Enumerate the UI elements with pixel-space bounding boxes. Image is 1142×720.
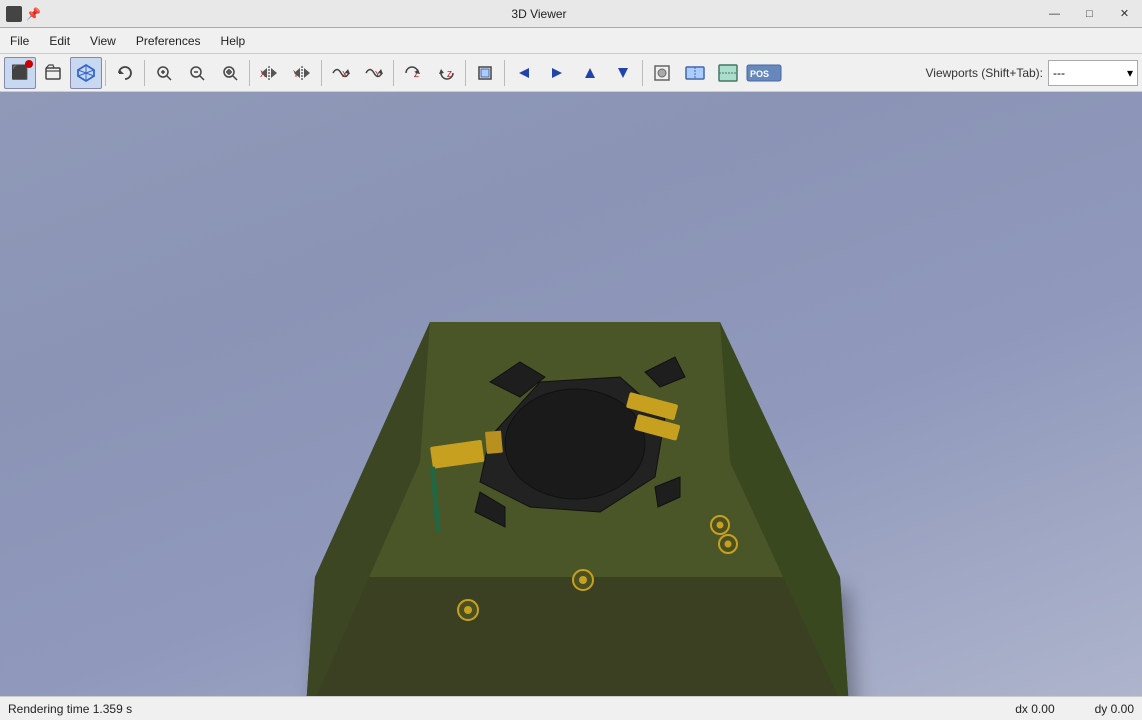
sep4	[321, 60, 322, 86]
view-side-button[interactable]	[679, 57, 711, 89]
titlebar: 📌 3D Viewer — □ ✕	[0, 0, 1142, 28]
menu-edit[interactable]: Edit	[39, 28, 80, 54]
ortho-button[interactable]	[469, 57, 501, 89]
toolbar: ⬛ X Y X Y Z Z	[0, 54, 1142, 92]
flip-y-button[interactable]: Y	[286, 57, 318, 89]
sep6	[465, 60, 466, 86]
rotate-x-button[interactable]: X	[325, 57, 357, 89]
statusbar: Rendering time 1.359 s dx 0.00 dy 0.00	[0, 696, 1142, 720]
undo-button[interactable]	[109, 57, 141, 89]
move-up-button[interactable]	[574, 57, 606, 89]
rendering-time: Rendering time 1.359 s	[8, 702, 132, 716]
sep1	[105, 60, 106, 86]
window-controls: — □ ✕	[1037, 0, 1142, 28]
viewport-value: ---	[1053, 66, 1065, 80]
view-reset-button[interactable]	[646, 57, 678, 89]
view-top-button[interactable]	[712, 57, 744, 89]
sep5	[393, 60, 394, 86]
menubar: File Edit View Preferences Help	[0, 28, 1142, 54]
move-left-button[interactable]	[508, 57, 540, 89]
dx-value: dx 0.00	[1015, 702, 1054, 716]
menu-preferences[interactable]: Preferences	[126, 28, 211, 54]
sep2	[144, 60, 145, 86]
sep3	[249, 60, 250, 86]
menu-view[interactable]: View	[80, 28, 126, 54]
move-down-button[interactable]	[607, 57, 639, 89]
statusbar-right: dx 0.00 dy 0.00	[1015, 702, 1134, 716]
dy-value: dy 0.00	[1095, 702, 1134, 716]
pin-icon: 📌	[26, 7, 41, 21]
zoom-in-button[interactable]	[148, 57, 180, 89]
rotate-z-cw-button[interactable]: Z	[397, 57, 429, 89]
close-button[interactable]: ✕	[1107, 0, 1142, 28]
titlebar-left: 📌	[0, 6, 41, 22]
rotate-y-button[interactable]: Y	[358, 57, 390, 89]
rotate-z-ccw-button[interactable]: Z	[430, 57, 462, 89]
app-icon	[6, 6, 22, 22]
viewport-label: Viewports (Shift+Tab):	[926, 66, 1044, 80]
menu-file[interactable]: File	[0, 28, 39, 54]
viewport-select[interactable]: --- ▾	[1048, 60, 1138, 86]
sep8	[642, 60, 643, 86]
sep7	[504, 60, 505, 86]
3d-viewport[interactable]: BT1	[0, 92, 1142, 696]
minimize-button[interactable]: —	[1037, 0, 1072, 28]
menu-help[interactable]: Help	[211, 28, 256, 54]
zoom-out-button[interactable]	[181, 57, 213, 89]
svg-text:POS: POS	[750, 69, 769, 79]
window-title: 3D Viewer	[41, 7, 1037, 21]
pos-marker-button[interactable]: POS	[745, 57, 783, 89]
viewport-chevron-icon: ▾	[1127, 66, 1133, 80]
move-right-button[interactable]	[541, 57, 573, 89]
flip-x-button[interactable]: X	[253, 57, 285, 89]
open-file-button[interactable]	[37, 57, 69, 89]
maximize-button[interactable]: □	[1072, 0, 1107, 28]
3d-view-button[interactable]	[70, 57, 102, 89]
new-board-button[interactable]: ⬛	[4, 57, 36, 89]
zoom-fit-button[interactable]	[214, 57, 246, 89]
